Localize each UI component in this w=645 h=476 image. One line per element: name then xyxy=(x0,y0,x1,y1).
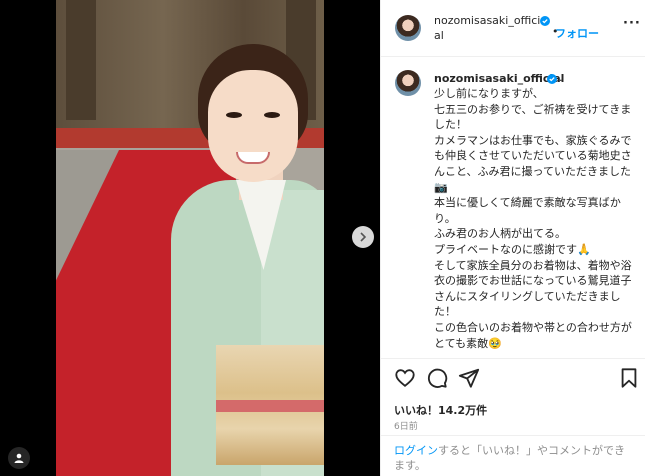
user-tag-button[interactable] xyxy=(8,447,30,469)
photo-obi-band xyxy=(216,400,324,412)
verified-badge-icon xyxy=(540,16,550,26)
avatar[interactable] xyxy=(395,70,421,96)
post-timestamp[interactable]: 6日前 xyxy=(394,419,418,432)
chevron-right-icon xyxy=(360,232,367,242)
more-options-button[interactable]: ··· xyxy=(623,16,641,31)
action-bar: いいね！14.2万件 6日前 ログインすると「いいね！」やコメントができます。 xyxy=(381,358,645,476)
post-media xyxy=(0,0,380,476)
paper-plane-icon[interactable] xyxy=(458,367,480,389)
photo-face xyxy=(208,70,298,182)
bookmark-icon[interactable] xyxy=(618,367,640,389)
caption: nozomisasaki_official . 少し前になりますが、 七五三のお… xyxy=(381,58,645,358)
post-header: nozomisasaki_official • フォロー ··· xyxy=(381,0,645,57)
post-sidebar: nozomisasaki_official • フォロー ··· nozomis… xyxy=(380,0,645,476)
comment-icon[interactable] xyxy=(426,367,448,389)
verified-badge-icon xyxy=(547,74,557,84)
avatar[interactable] xyxy=(395,15,421,41)
heart-icon[interactable] xyxy=(394,367,416,389)
like-count[interactable]: いいね！14.2万件 xyxy=(394,402,487,418)
photo-eye xyxy=(226,112,242,118)
caption-separator: . xyxy=(559,71,563,84)
post-photo xyxy=(56,0,324,476)
user-icon xyxy=(14,453,24,463)
login-link[interactable]: ログイン xyxy=(394,444,438,457)
follow-button[interactable]: フォロー xyxy=(555,25,599,41)
photo-eye xyxy=(264,112,280,118)
caption-text: 少し前になりますが、 七五三のお参りで、ご祈祷を受けてきました！ カメラマンはお… xyxy=(434,87,632,350)
caption-username[interactable]: nozomisasaki_official xyxy=(434,72,564,85)
login-prompt: ログインすると「いいね！」やコメントができます。 xyxy=(381,435,645,473)
photo-pillar xyxy=(66,0,96,120)
next-image-button[interactable] xyxy=(352,226,374,248)
header-username[interactable]: nozomisasaki_official xyxy=(434,13,542,43)
